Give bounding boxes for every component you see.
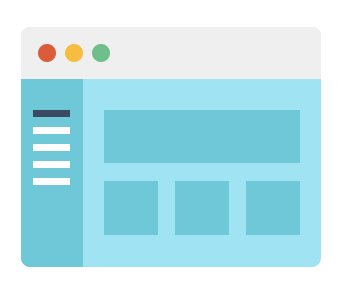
maximize-dot-icon xyxy=(92,44,110,62)
content-card xyxy=(104,181,158,235)
window-titlebar xyxy=(21,27,321,79)
minimize-dot-icon xyxy=(65,44,83,62)
content-card xyxy=(246,181,300,235)
sidebar-panel xyxy=(21,79,83,267)
browser-window-layout-icon xyxy=(21,27,321,267)
content-area xyxy=(83,79,321,267)
content-card xyxy=(175,181,229,235)
close-dot-icon xyxy=(38,44,56,62)
menu-line xyxy=(33,178,70,185)
menu-line xyxy=(33,127,70,134)
hero-banner-block xyxy=(104,110,300,163)
menu-line-active xyxy=(33,110,70,117)
menu-line xyxy=(33,144,70,151)
menu-line xyxy=(33,161,70,168)
